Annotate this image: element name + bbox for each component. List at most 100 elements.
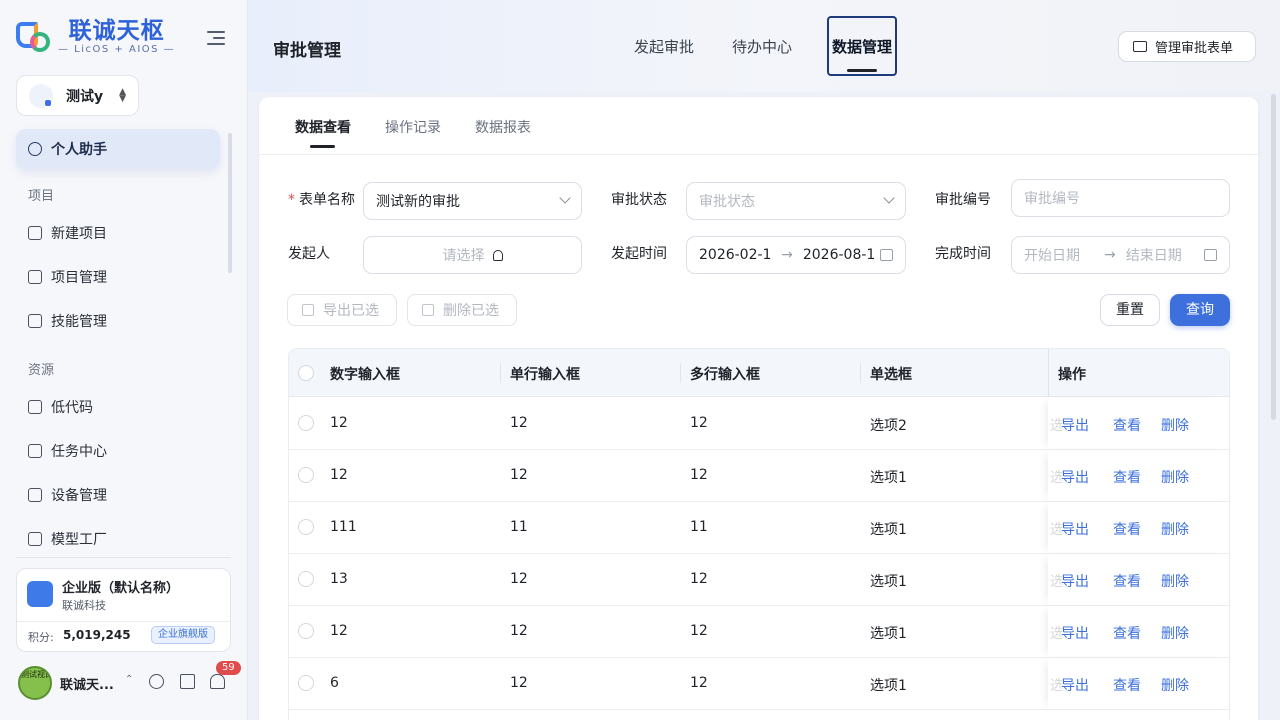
- view-link[interactable]: 查看: [1113, 571, 1141, 591]
- finish-start-placeholder[interactable]: 开始日期: [1024, 245, 1094, 265]
- main-scrollbar[interactable]: [1271, 94, 1276, 420]
- sidebar-item-model-factory[interactable]: 模型工厂: [16, 517, 220, 547]
- approval-number-input[interactable]: 审批编号: [1011, 179, 1230, 217]
- column-header[interactable]: 数字输入框: [330, 364, 400, 384]
- column-header[interactable]: 多行输入框: [690, 364, 760, 384]
- sidebar-item-device-management[interactable]: 设备管理: [16, 473, 220, 517]
- column-header[interactable]: 单行输入框: [510, 364, 580, 384]
- tab-data-report[interactable]: 数据报表: [475, 117, 531, 137]
- sidebar-item-task-center[interactable]: 任务中心: [16, 429, 220, 473]
- sidebar-item-label: 低代码: [51, 400, 93, 416]
- row-checkbox[interactable]: [298, 571, 314, 587]
- sidebar-item-project-management[interactable]: 项目管理: [16, 255, 220, 299]
- sidebar-item-personal-assistant[interactable]: 个人助手: [16, 129, 220, 169]
- query-button[interactable]: 查询: [1170, 294, 1230, 326]
- tab-start-approval[interactable]: 发起审批: [634, 36, 694, 57]
- table-cell: 12: [510, 623, 528, 639]
- table-row[interactable]: 1111111选项1选导出查看删除: [289, 502, 1229, 554]
- tab-data-view[interactable]: 数据查看: [295, 117, 351, 148]
- form-name-select[interactable]: 测试新的审批: [363, 182, 582, 220]
- finish-time-range[interactable]: 开始日期 → 结束日期: [1011, 236, 1230, 274]
- calendar-icon: [28, 444, 42, 458]
- start-time-range[interactable]: 2026-02-18 → 2026-08-18: [686, 236, 906, 274]
- sidebar-item-label: 技能管理: [51, 314, 107, 330]
- organization-card[interactable]: 企业版（默认名称） 联诚科技 积分: 5,019,245 企业旗舰版: [16, 568, 231, 652]
- sidebar-scrollbar[interactable]: [228, 133, 232, 273]
- table-row[interactable]: 131212选项1选导出查看删除: [289, 554, 1229, 606]
- arrow-right-icon: →: [1104, 247, 1116, 263]
- table-cell: 选项1: [870, 678, 907, 694]
- user-bar: 测试视比 联诚天... ⌃ 59: [18, 661, 246, 700]
- export-link[interactable]: 导出: [1061, 415, 1089, 435]
- bell-icon[interactable]: [210, 674, 225, 689]
- section-project-title: 项目: [28, 189, 55, 204]
- table-cell: 12: [510, 571, 528, 587]
- export-link[interactable]: 导出: [1061, 467, 1089, 487]
- table-cell: 13: [330, 571, 348, 587]
- table-row[interactable]: 121212选项1选导出查看删除: [289, 606, 1229, 658]
- table-row[interactable]: 121212选项1选导出查看删除: [289, 450, 1229, 502]
- export-link[interactable]: 导出: [1061, 519, 1089, 539]
- table-cell: 12: [510, 467, 528, 483]
- table-header: 数字输入框 单行输入框 多行输入框 单选框 操作: [289, 349, 1229, 397]
- export-selected-button[interactable]: 导出已选: [287, 294, 397, 326]
- finish-end-placeholder[interactable]: 结束日期: [1126, 245, 1182, 265]
- table-cell: 12: [690, 467, 708, 483]
- export-link[interactable]: 导出: [1061, 571, 1089, 591]
- status-select[interactable]: 审批状态: [686, 182, 906, 220]
- delete-selected-button[interactable]: 删除已选: [407, 294, 517, 326]
- manage-approval-forms-button[interactable]: 管理审批表单: [1118, 31, 1256, 62]
- start-time-label: 发起时间: [611, 246, 667, 262]
- sidebar-item-new-project[interactable]: 新建项目: [16, 211, 220, 255]
- tab-todo-center[interactable]: 待办中心: [732, 36, 792, 57]
- table-row[interactable]: 61212选项1选导出查看删除: [289, 658, 1229, 710]
- tab-data-management[interactable]: 数据管理: [827, 16, 897, 76]
- start-date[interactable]: 2026-02-18: [699, 247, 771, 263]
- sidebar-item-skill-management[interactable]: 技能管理: [16, 299, 220, 343]
- data-table: 数字输入框 单行输入框 多行输入框 单选框 操作 121212选项2选导出查看删…: [288, 348, 1230, 720]
- page-title: 审批管理: [273, 41, 341, 61]
- select-all-checkbox[interactable]: [298, 365, 314, 381]
- initiator-select[interactable]: 请选择: [363, 236, 582, 274]
- table-row[interactable]: 121212选项2选导出查看删除: [289, 398, 1229, 450]
- delete-link[interactable]: 删除: [1161, 415, 1189, 435]
- monitor-icon: [28, 226, 42, 240]
- view-link[interactable]: 查看: [1113, 675, 1141, 695]
- reset-button[interactable]: 重置: [1100, 294, 1160, 326]
- table-cell: 选项2: [870, 418, 907, 434]
- delete-link[interactable]: 删除: [1161, 519, 1189, 539]
- document-icon[interactable]: [180, 674, 195, 689]
- calendar-icon: [880, 249, 893, 261]
- view-link[interactable]: 查看: [1113, 519, 1141, 539]
- row-checkbox[interactable]: [298, 675, 314, 691]
- column-header[interactable]: 单选框: [870, 364, 912, 384]
- calendar-icon: [1204, 249, 1217, 261]
- switch-account-icon[interactable]: ⌃: [125, 674, 133, 685]
- status-placeholder: 审批状态: [699, 194, 755, 210]
- table-cell: 6: [330, 675, 339, 691]
- download-icon[interactable]: [149, 674, 164, 689]
- row-checkbox[interactable]: [298, 519, 314, 535]
- delete-link[interactable]: 删除: [1161, 675, 1189, 695]
- delete-link[interactable]: 删除: [1161, 623, 1189, 643]
- tab-operation-log[interactable]: 操作记录: [385, 117, 441, 137]
- end-date[interactable]: 2026-08-18: [803, 247, 875, 263]
- user-name[interactable]: 联诚天...: [60, 674, 114, 693]
- sidebar-item-low-code[interactable]: 低代码: [16, 385, 220, 429]
- finish-time-label: 完成时间: [935, 246, 991, 262]
- sidebar-item-label: 模型工厂: [51, 532, 107, 547]
- row-checkbox[interactable]: [298, 467, 314, 483]
- view-link[interactable]: 查看: [1113, 623, 1141, 643]
- sidebar-item-label: 项目管理: [51, 270, 107, 286]
- delete-link[interactable]: 删除: [1161, 571, 1189, 591]
- view-link[interactable]: 查看: [1113, 415, 1141, 435]
- row-checkbox[interactable]: [298, 623, 314, 639]
- delete-link[interactable]: 删除: [1161, 467, 1189, 487]
- view-link[interactable]: 查看: [1113, 467, 1141, 487]
- row-checkbox[interactable]: [298, 415, 314, 431]
- avatar[interactable]: 测试视比: [18, 666, 52, 700]
- approval-number-placeholder: 审批编号: [1024, 191, 1080, 207]
- export-link[interactable]: 导出: [1061, 675, 1089, 695]
- export-link[interactable]: 导出: [1061, 623, 1089, 643]
- section-resource-title: 资源: [28, 363, 55, 378]
